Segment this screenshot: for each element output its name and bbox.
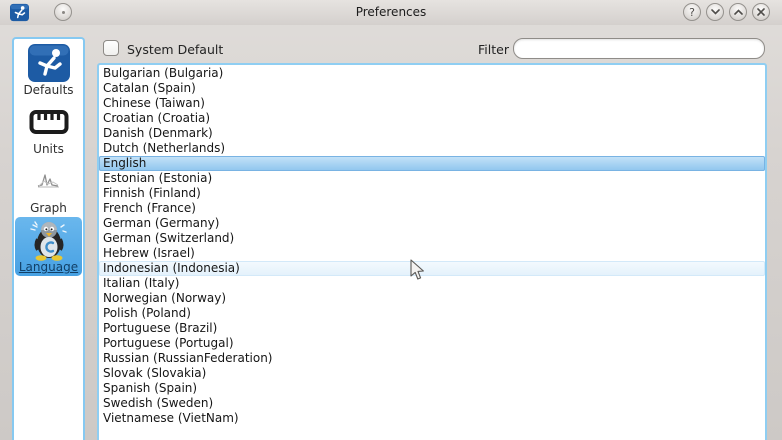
list-item[interactable]: Polish (Poland) bbox=[99, 306, 765, 321]
list-item[interactable]: Spanish (Spain) bbox=[99, 381, 765, 396]
ruler-icon bbox=[29, 101, 69, 142]
list-item[interactable]: Swedish (Sweden) bbox=[99, 396, 765, 411]
list-item[interactable]: Vietnamese (VietNam) bbox=[99, 411, 765, 426]
window-title: Preferences bbox=[0, 5, 782, 19]
titlebar: Preferences ? bbox=[0, 0, 782, 25]
sidebar-item-label: Language bbox=[19, 260, 78, 274]
list-item[interactable]: English bbox=[99, 156, 765, 171]
list-item[interactable]: Dutch (Netherlands) bbox=[99, 141, 765, 156]
list-item[interactable]: German (Germany) bbox=[99, 216, 765, 231]
list-item[interactable]: Bulgarian (Bulgaria) bbox=[99, 66, 765, 81]
list-item[interactable]: Portuguese (Portugal) bbox=[99, 336, 765, 351]
list-item[interactable]: Hebrew (Israel) bbox=[99, 246, 765, 261]
list-item[interactable]: Catalan (Spain) bbox=[99, 81, 765, 96]
sidebar-item-defaults[interactable]: Defaults bbox=[15, 40, 82, 99]
question-icon: ? bbox=[689, 7, 695, 18]
filter-input[interactable] bbox=[513, 38, 765, 59]
list-item[interactable]: German (Switzerland) bbox=[99, 231, 765, 246]
list-item[interactable]: Portuguese (Brazil) bbox=[99, 321, 765, 336]
list-item[interactable]: Finnish (Finland) bbox=[99, 186, 765, 201]
chevron-down-icon bbox=[711, 9, 720, 15]
diver-icon bbox=[28, 42, 70, 83]
system-default-checkbox[interactable] bbox=[103, 40, 119, 56]
sidebar-item-label: Defaults bbox=[23, 83, 73, 97]
sidebar-item-graph[interactable]: Graph bbox=[15, 158, 82, 217]
penguin-icon bbox=[27, 219, 71, 260]
filter-label: Filter bbox=[478, 42, 509, 57]
list-item[interactable]: Italian (Italy) bbox=[99, 276, 765, 291]
help-button[interactable]: ? bbox=[683, 3, 701, 21]
sidebar-item-language[interactable]: Language bbox=[15, 217, 82, 276]
maximize-button[interactable] bbox=[729, 3, 747, 21]
chevron-up-icon bbox=[734, 9, 743, 15]
list-item[interactable]: Danish (Denmark) bbox=[99, 126, 765, 141]
minimize-button[interactable] bbox=[706, 3, 724, 21]
system-default-label: System Default bbox=[127, 42, 223, 57]
list-item[interactable]: Estonian (Estonia) bbox=[99, 171, 765, 186]
close-button[interactable] bbox=[752, 3, 770, 21]
list-item[interactable]: French (France) bbox=[99, 201, 765, 216]
list-item[interactable]: Slovak (Slovakia) bbox=[99, 366, 765, 381]
language-list[interactable]: Bulgarian (Bulgaria)Catalan (Spain)Chine… bbox=[97, 63, 767, 440]
list-item[interactable]: Indonesian (Indonesia) bbox=[99, 261, 765, 276]
sidebar-item-label: Units bbox=[33, 142, 64, 156]
list-item[interactable]: Chinese (Taiwan) bbox=[99, 96, 765, 111]
sidebar-item-units[interactable]: Units bbox=[15, 99, 82, 158]
list-item[interactable]: Norwegian (Norway) bbox=[99, 291, 765, 306]
sidebar-item-label: Graph bbox=[30, 201, 67, 215]
graph-icon bbox=[37, 160, 60, 201]
list-item[interactable]: Croatian (Croatia) bbox=[99, 111, 765, 126]
preferences-sidebar: Defaults Units Graph bbox=[12, 37, 85, 440]
close-icon bbox=[757, 8, 765, 16]
list-item[interactable]: Russian (RussianFederation) bbox=[99, 351, 765, 366]
